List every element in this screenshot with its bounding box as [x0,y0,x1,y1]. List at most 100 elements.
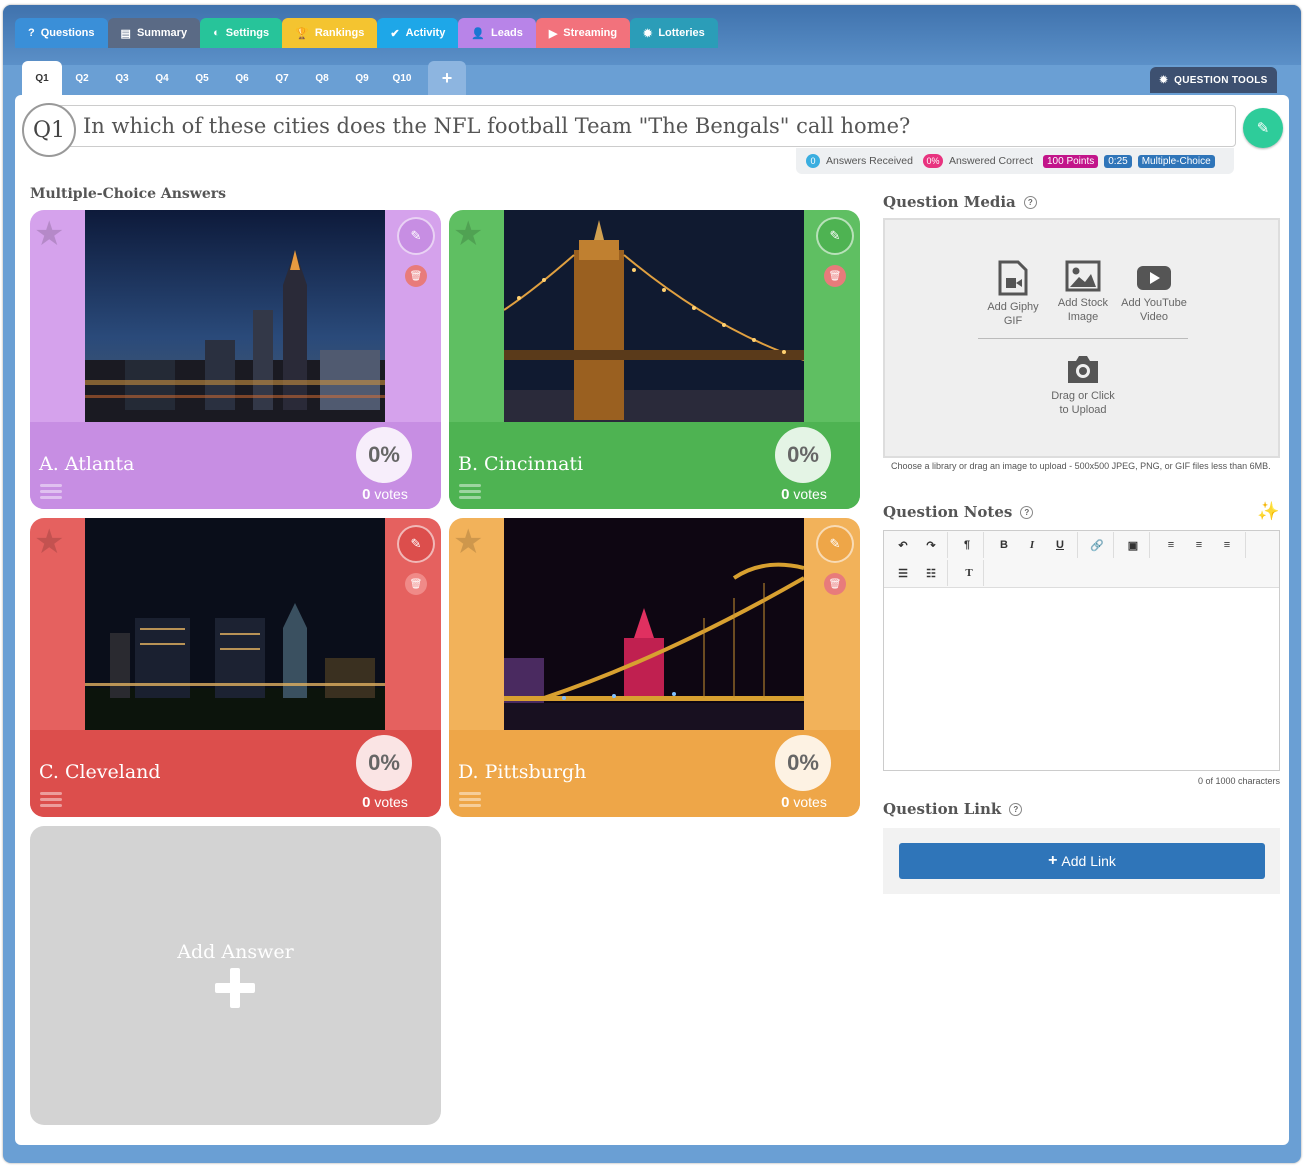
add-answer-button[interactable]: Add Answer [30,826,441,1125]
plus-icon: + [1048,852,1058,869]
edit-answer-button[interactable]: ✎ [397,217,435,255]
question-tab-q2[interactable]: Q2 [62,61,102,95]
answer-footer: C. Cleveland 0% 0 votes [30,730,441,817]
pencil-icon: ✎ [410,228,422,243]
add-giphy-button[interactable]: Add Giphy GIF [985,260,1041,328]
align-right-icon[interactable]: ≡ [1213,532,1241,558]
tab-label: Lotteries [658,27,705,39]
help-icon[interactable]: ? [1009,802,1023,816]
question-tab-q1[interactable]: Q1 [22,61,62,95]
answer-card-c[interactable]: C. Cleveland 0% 0 votes ★ ✎ 🗑 [30,518,441,817]
tab-streaming[interactable]: ▶ Streaming [535,18,631,48]
answer-card-d[interactable]: D. Pittsburgh 0% 0 votes ★ ✎ 🗑 [449,518,860,817]
answer-card-b[interactable]: B. Cincinnati 0% 0 votes ★ ✎ 🗑 [449,210,860,509]
question-text-field[interactable]: In which of these cities does the NFL fo… [48,105,1236,147]
star-icon[interactable]: ★ [34,522,64,562]
delete-answer-button[interactable]: 🗑 [405,265,427,287]
notes-char-count: 0 of 1000 characters [1197,776,1280,786]
answer-percent: 0% [775,427,831,483]
toolbar-divider [983,560,984,586]
notes-textarea[interactable] [884,588,1279,770]
answer-image-cleveland [85,518,385,730]
tab-questions[interactable]: ? Questions [15,18,108,48]
question-tab-q3[interactable]: Q3 [102,61,142,95]
delete-answer-button[interactable]: 🗑 [405,573,427,595]
answered-correct-label: Answered Correct [948,155,1033,167]
tab-lotteries[interactable]: ✹ Lotteries [630,18,718,48]
tab-settings[interactable]: ◐ Settings [200,18,283,48]
question-tools-button[interactable]: ✹ QUESTION TOOLS [1150,67,1277,93]
align-center-icon[interactable]: ≡ [1185,532,1213,558]
question-tab-q8[interactable]: Q8 [302,61,342,95]
media-upload-note: Choose a library or drag an image to upl… [891,461,1271,471]
pencil-icon: ✎ [829,536,841,551]
edit-answer-button[interactable]: ✎ [816,217,854,255]
star-icon[interactable]: ★ [34,214,64,254]
pencil-icon: ✎ [829,228,841,243]
edit-answer-button[interactable]: ✎ [397,525,435,563]
tab-label: Streaming [563,27,618,39]
tab-label: Questions [40,27,95,39]
answer-image-cincinnati [504,210,804,422]
upload-button[interactable]: Drag or Click to Upload [1043,353,1123,417]
user-icon: 👤 [471,27,486,40]
undo-icon[interactable]: ↶ [889,532,917,558]
star-icon[interactable]: ★ [453,214,483,254]
pencil-icon: ✎ [410,536,422,551]
tab-rankings[interactable]: 🏆 Rankings [282,18,378,48]
underline-icon[interactable]: U [1046,532,1074,558]
link-icon[interactable]: 🔗 [1083,532,1111,558]
question-tab-q5[interactable]: Q5 [182,61,222,95]
question-tab-q6[interactable]: Q6 [222,61,262,95]
add-link-button[interactable]: + Add Link [899,843,1265,879]
insert-image-icon[interactable]: ▣ [1119,532,1147,558]
redo-icon[interactable]: ↷ [917,532,945,558]
edit-question-button[interactable]: ✎ [1243,108,1283,148]
trash-icon: 🗑 [409,578,423,590]
tab-label: Settings [225,27,270,39]
question-tab-q4[interactable]: Q4 [142,61,182,95]
edit-answer-button[interactable]: ✎ [816,525,854,563]
question-link-heading: Question Link? [883,800,1023,818]
drag-handle-icon[interactable] [40,792,62,808]
answer-card-a[interactable]: A. Atlanta 0% 0 votes ★ ✎ 🗑 [30,210,441,509]
drag-handle-icon[interactable] [459,484,481,500]
trophy-icon: 🏆 [295,27,309,40]
question-media-dropzone[interactable]: Add Giphy GIF Add Stock Image Add YouTub… [883,218,1280,458]
toolbar-divider [1149,532,1150,558]
tab-leads[interactable]: 👤 Leads [458,18,536,48]
answer-label: C. Cleveland [39,761,161,783]
sparkle-icon[interactable]: ✨ [1257,501,1279,522]
question-panel: Q1 In which of these cities does the NFL… [15,95,1289,1145]
bold-icon[interactable]: B [990,532,1018,558]
align-left-icon[interactable]: ≡ [1157,532,1185,558]
question-tab-q7[interactable]: Q7 [262,61,302,95]
star-icon[interactable]: ★ [453,522,483,562]
answers-heading: Multiple-Choice Answers [30,186,227,202]
help-icon[interactable]: ? [1020,505,1034,519]
check-circle-icon: ✔ [390,27,400,40]
tab-activity[interactable]: ✔ Activity [377,18,459,48]
add-youtube-video-button[interactable]: Add YouTube Video [1119,264,1189,324]
pencil-icon: ✎ [1256,120,1270,137]
question-tab-q9[interactable]: Q9 [342,61,382,95]
tab-summary[interactable]: ▤ Summary [107,18,201,48]
question-text: In which of these cities does the NFL fo… [83,114,911,138]
drag-handle-icon[interactable] [459,792,481,808]
add-question-button[interactable]: + [428,61,466,95]
tab-label: Activity [405,27,446,39]
help-icon[interactable]: ? [1023,195,1037,209]
toolbar-divider [1113,532,1114,558]
bullet-list-icon[interactable]: ☰ [889,560,917,586]
drag-handle-icon[interactable] [40,484,62,500]
paragraph-icon[interactable]: ¶ [953,532,981,558]
delete-answer-button[interactable]: 🗑 [824,573,846,595]
clear-format-icon[interactable]: T [955,560,983,586]
italic-icon[interactable]: I [1018,532,1046,558]
question-tab-q10[interactable]: Q10 [382,61,422,95]
delete-answer-button[interactable]: 🗑 [824,265,846,287]
add-stock-image-button[interactable]: Add Stock Image [1055,260,1111,324]
answer-label: A. Atlanta [39,453,135,475]
question-tabs: Q1 Q2 Q3 Q4 Q5 Q6 Q7 Q8 Q9 Q10 + [22,61,466,95]
numbered-list-icon[interactable]: ☷ [917,560,945,586]
